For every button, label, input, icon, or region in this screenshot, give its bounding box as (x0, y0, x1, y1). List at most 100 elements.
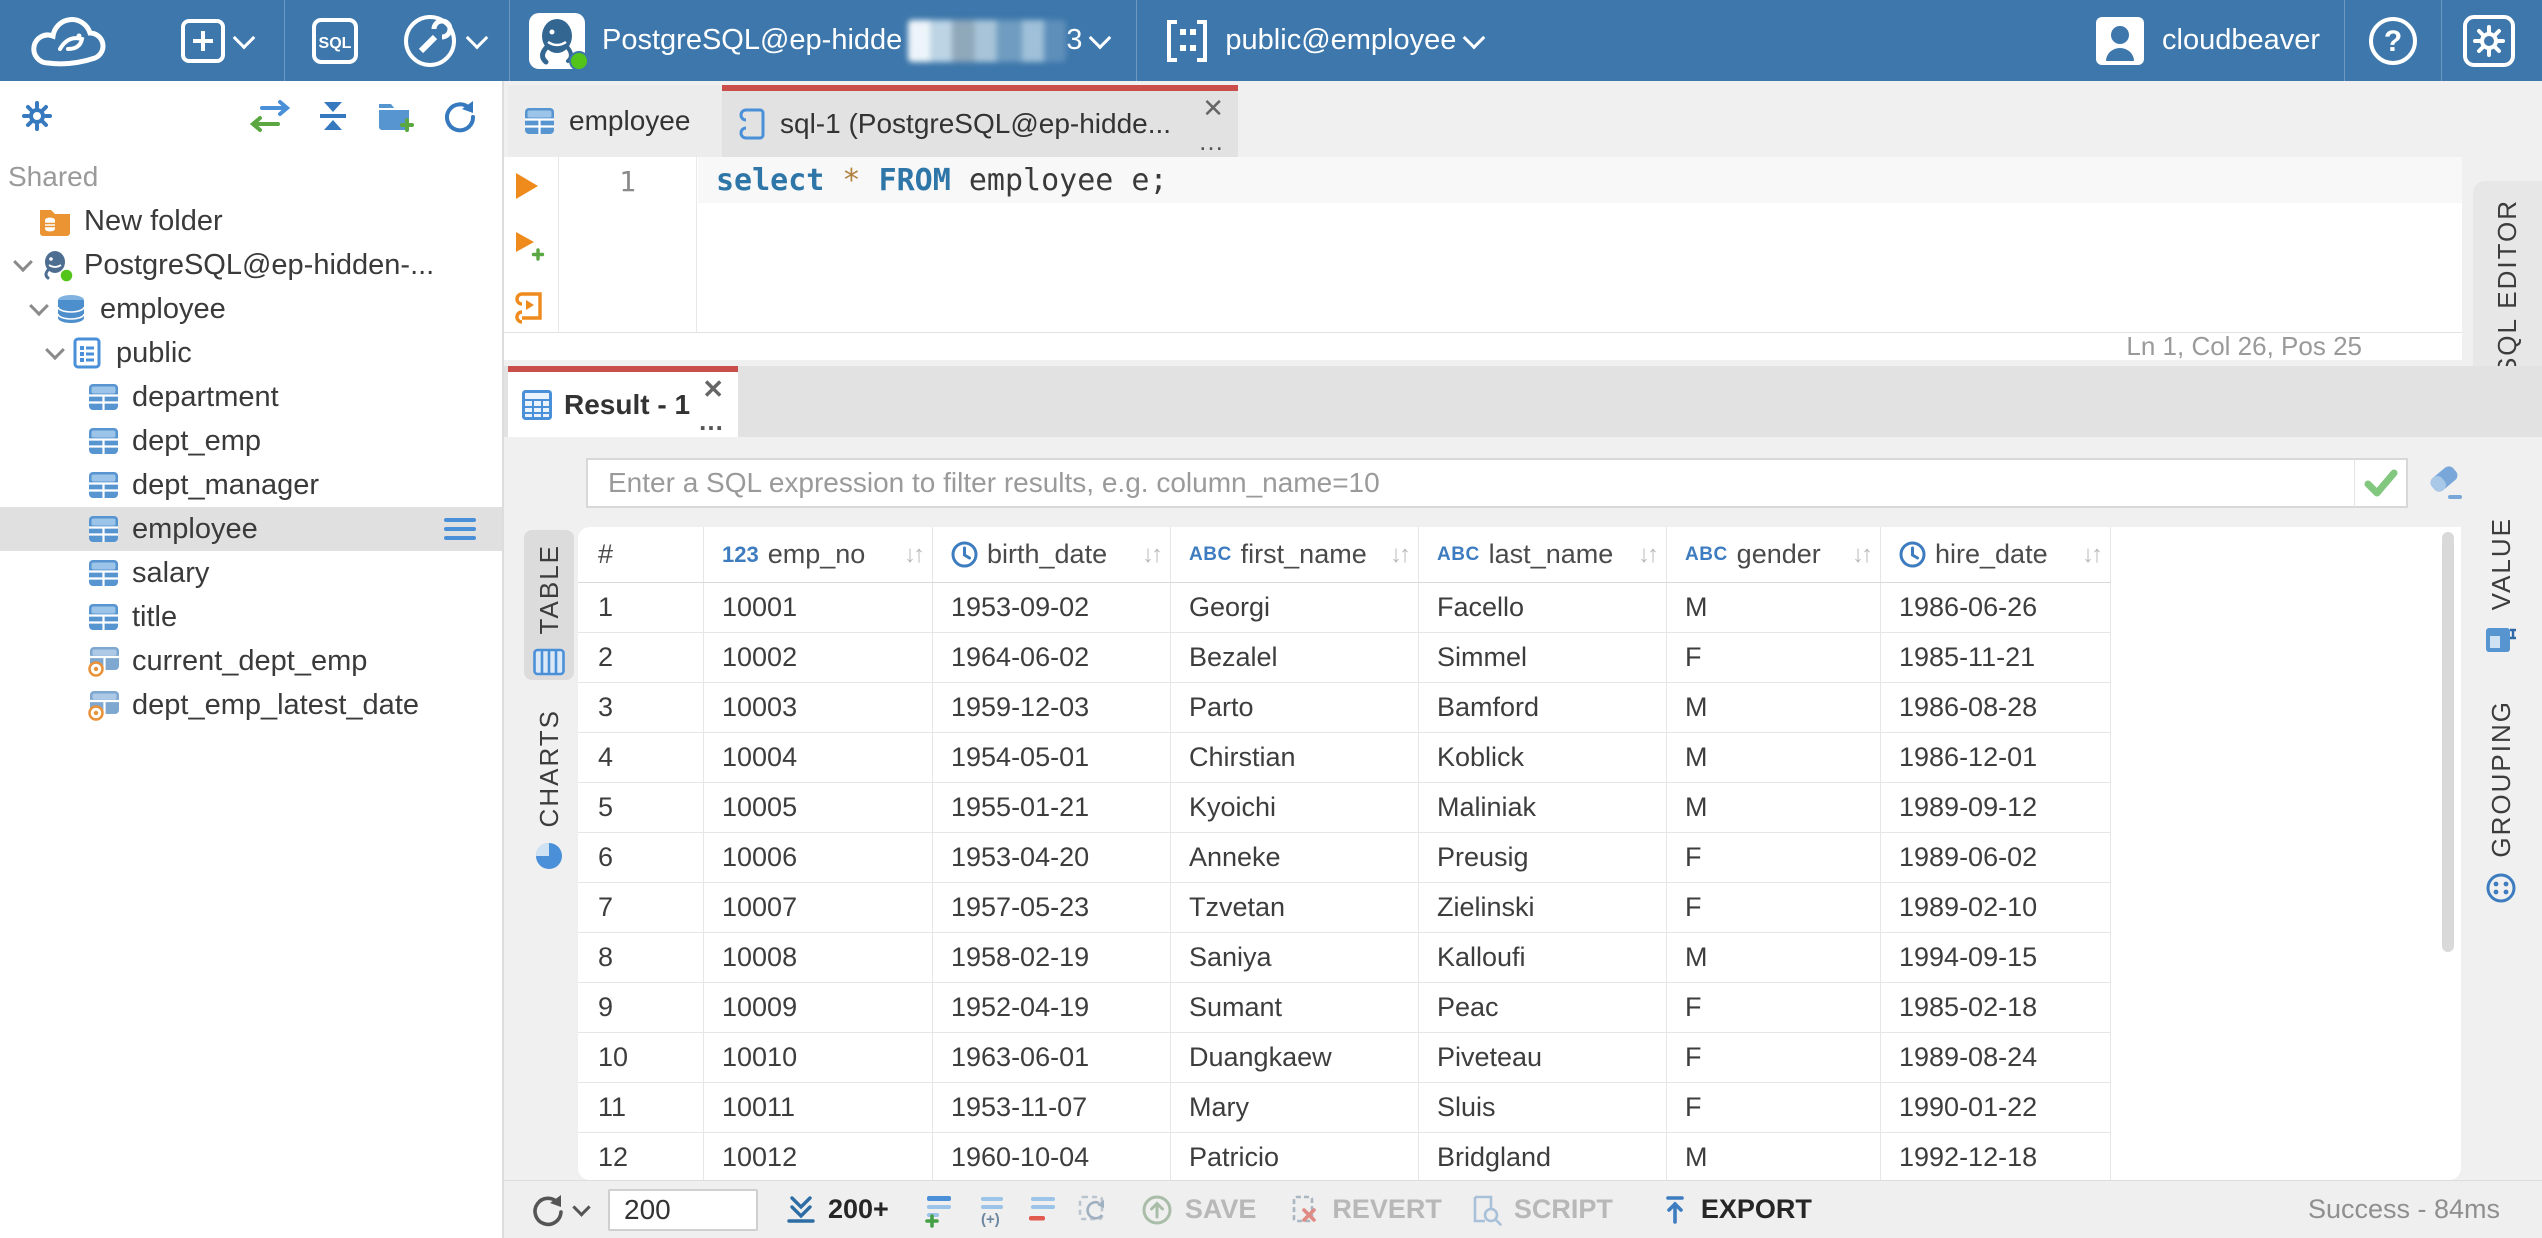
table-cell[interactable]: 10006 (704, 833, 933, 882)
table-cell[interactable]: 10012 (704, 1133, 933, 1180)
table-cell[interactable]: Maliniak (1419, 783, 1667, 832)
table-cell[interactable]: Bezalel (1171, 633, 1419, 682)
execute-query-button[interactable] (514, 168, 550, 204)
column-header-emp-no[interactable]: 123 emp_no ↓↑ (704, 527, 933, 582)
execute-script-button[interactable] (514, 290, 550, 326)
table-cell[interactable]: 1960-10-04 (933, 1133, 1171, 1180)
column-header-birth-date[interactable]: birth_date ↓↑ (933, 527, 1171, 582)
tree-item-view[interactable]: dept_emp_latest_date (0, 683, 502, 727)
tree-item-connection[interactable]: PostgreSQL@ep-hidden-... (0, 243, 502, 287)
navigator-settings-button[interactable] (18, 97, 56, 135)
help-button[interactable]: ? (2367, 15, 2419, 67)
table-cell[interactable]: F (1667, 1033, 1881, 1082)
table-cell[interactable]: 11 (578, 1083, 704, 1132)
table-cell[interactable]: 1992-12-18 (1881, 1133, 2111, 1180)
table-cell[interactable]: 1986-12-01 (1881, 733, 2111, 782)
table-cell[interactable]: 1958-02-19 (933, 933, 1171, 982)
column-header-hire-date[interactable]: hire_date ↓↑ (1881, 527, 2111, 582)
tree-item-table[interactable]: salary (0, 551, 502, 595)
expand-chevron-icon[interactable] (29, 296, 49, 317)
table-cell[interactable]: Piveteau (1419, 1033, 1667, 1082)
tab-value-viewer[interactable]: VALUE (2485, 517, 2517, 654)
table-cell[interactable]: 10004 (704, 733, 933, 782)
table-cell[interactable]: 1952-04-19 (933, 983, 1171, 1032)
tab-result-1[interactable]: Result - 1 ✕ … (508, 366, 738, 437)
table-cell[interactable]: 10 (578, 1033, 704, 1082)
clear-filter-button[interactable] (2426, 463, 2466, 503)
table-cell[interactable]: F (1667, 633, 1881, 682)
table-cell[interactable]: 10007 (704, 883, 933, 932)
tree-item-new-folder[interactable]: New folder (0, 199, 502, 243)
execute-new-tab-button[interactable] (514, 228, 550, 264)
add-row-button[interactable] (923, 1192, 957, 1228)
table-cell[interactable]: Preusig (1419, 833, 1667, 882)
sql-code-line[interactable]: select * FROM employee e; (698, 157, 2462, 203)
duplicate-row-button[interactable]: (+) (975, 1192, 1011, 1228)
table-cell[interactable]: Bridgland (1419, 1133, 1667, 1180)
refresh-tree-button[interactable] (440, 97, 478, 135)
table-cell[interactable]: 5 (578, 783, 704, 832)
tree-item-table[interactable]: department (0, 375, 502, 419)
table-cell[interactable]: 7 (578, 883, 704, 932)
table-cell[interactable]: 1989-06-02 (1881, 833, 2111, 882)
fetch-more-button[interactable]: 200+ (784, 1193, 889, 1227)
table-cell[interactable]: Saniya (1171, 933, 1419, 982)
filter-input[interactable] (586, 458, 2356, 508)
apply-filter-button[interactable] (2354, 458, 2408, 508)
table-cell[interactable]: Kalloufi (1419, 933, 1667, 982)
collapse-all-button[interactable] (314, 98, 352, 134)
table-cell[interactable]: 10002 (704, 633, 933, 682)
table-cell[interactable]: 2 (578, 633, 704, 682)
column-header-index[interactable]: # (578, 527, 704, 582)
table-cell[interactable]: 1963-06-01 (933, 1033, 1171, 1082)
table-cell[interactable]: F (1667, 833, 1881, 882)
table-cell[interactable]: M (1667, 733, 1881, 782)
tab-grouping[interactable]: GROUPING (2485, 700, 2517, 904)
table-cell[interactable]: 10005 (704, 783, 933, 832)
table-cell[interactable]: Georgi (1171, 583, 1419, 632)
column-header-gender[interactable]: ABC gender ↓↑ (1667, 527, 1881, 582)
tab-employee[interactable]: employee (508, 85, 722, 157)
tree-item-table[interactable]: dept_manager (0, 463, 502, 507)
refresh-results-button[interactable] (527, 1190, 591, 1230)
schema-selector[interactable]: public@employee (1163, 16, 1486, 66)
table-cell[interactable]: 1 (578, 583, 704, 632)
sort-icon[interactable]: ↓↑ (1638, 541, 1659, 569)
table-cell[interactable]: Patricio (1171, 1133, 1419, 1180)
vertical-scrollbar[interactable] (2442, 532, 2454, 952)
sort-icon[interactable]: ↓↑ (2082, 541, 2103, 569)
table-cell[interactable]: Duangkaew (1171, 1033, 1419, 1082)
table-cell[interactable]: 1994-09-15 (1881, 933, 2111, 982)
close-icon[interactable]: ✕ (702, 374, 724, 405)
table-cell[interactable]: M (1667, 783, 1881, 832)
script-button[interactable]: SCRIPT (1468, 1192, 1613, 1228)
table-cell[interactable]: Kyoichi (1171, 783, 1419, 832)
new-connection-button[interactable] (180, 18, 256, 64)
table-cell[interactable]: Sluis (1419, 1083, 1667, 1132)
delete-row-button[interactable] (1025, 1192, 1059, 1228)
table-cell[interactable]: 8 (578, 933, 704, 982)
table-cell[interactable]: 1953-04-20 (933, 833, 1171, 882)
table-cell[interactable]: 10009 (704, 983, 933, 1032)
user-menu[interactable]: cloudbeaver (2094, 15, 2320, 67)
table-cell[interactable]: 1953-11-07 (933, 1083, 1171, 1132)
new-sql-editor-button[interactable]: SQL (311, 17, 359, 65)
driver-manager-button[interactable] (401, 12, 489, 70)
tab-sql-editor-active[interactable]: sql-1 (PostgreSQL@ep-hidde... ✕ … (722, 85, 1238, 157)
expand-chevron-icon[interactable] (13, 252, 33, 273)
sort-icon[interactable]: ↓↑ (904, 541, 925, 569)
table-cell[interactable]: 1989-09-12 (1881, 783, 2111, 832)
table-cell[interactable]: 10010 (704, 1033, 933, 1082)
table-cell[interactable]: 6 (578, 833, 704, 882)
tree-item-table[interactable]: dept_emp (0, 419, 502, 463)
table-cell[interactable]: 10008 (704, 933, 933, 982)
expand-chevron-icon[interactable] (45, 340, 65, 361)
column-header-first-name[interactable]: ABC first_name ↓↑ (1171, 527, 1419, 582)
tab-charts-view[interactable]: CHARTS (524, 695, 574, 870)
tree-item-view[interactable]: current_dept_emp (0, 639, 502, 683)
table-cell[interactable]: 1953-09-02 (933, 583, 1171, 632)
tree-item-database[interactable]: employee (0, 287, 502, 331)
table-cell[interactable]: Facello (1419, 583, 1667, 632)
table-cell[interactable]: 1989-02-10 (1881, 883, 2111, 932)
tree-item-schema[interactable]: public (0, 331, 502, 375)
